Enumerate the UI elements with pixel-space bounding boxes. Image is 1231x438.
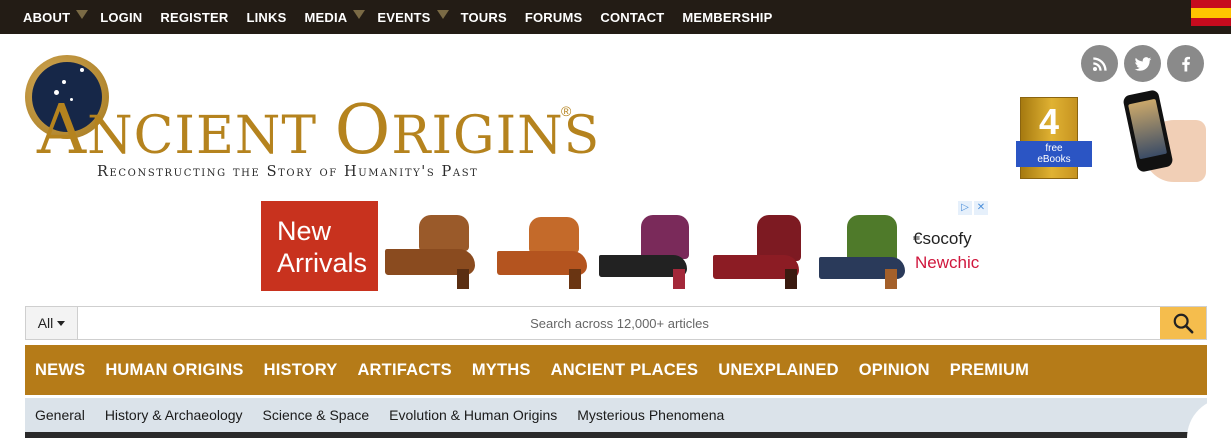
ebooks-count: 4 — [1039, 101, 1060, 142]
top-navigation: ABOUT LOGIN REGISTER LINKS MEDIA EVENTS … — [0, 0, 1231, 34]
dropdown-caret-icon — [76, 9, 89, 19]
search-bar: All — [25, 306, 1207, 340]
smartphone-icon — [1122, 89, 1174, 173]
mainnav-unexplained[interactable]: UNEXPLAINED — [718, 361, 838, 380]
search-input[interactable] — [79, 307, 1160, 339]
mainnav-artifacts[interactable]: ARTIFACTS — [357, 361, 451, 380]
subnav-general[interactable]: General — [35, 407, 85, 423]
dropdown-caret-icon — [353, 9, 366, 19]
topnav-contact[interactable]: CONTACT — [600, 10, 664, 25]
search-icon — [1173, 313, 1194, 334]
mainnav-ancient-places[interactable]: ANCIENT PLACES — [551, 361, 699, 380]
topnav-forums[interactable]: FORUMS — [525, 10, 583, 25]
advertisement-banner[interactable]: New Arrivals ▷ ✕ €socofy Newchic — [261, 201, 990, 291]
shoe-image-4 — [711, 215, 811, 289]
subnav-history-archaeology[interactable]: History & Archaeology — [105, 407, 243, 423]
mainnav-premium[interactable]: PREMIUM — [950, 361, 1029, 380]
mainnav-news[interactable]: NEWS — [35, 361, 85, 380]
topnav-register[interactable]: REGISTER — [160, 10, 228, 25]
subnav-science-space[interactable]: Science & Space — [263, 407, 370, 423]
dropdown-caret-icon — [436, 9, 449, 19]
ad-info-icon[interactable]: ▷ — [958, 201, 972, 215]
sub-navigation: General History & Archaeology Science & … — [25, 398, 1207, 432]
logo-title: ANCIENT ORIGINS — [37, 91, 601, 170]
topnav-label: LINKS — [246, 9, 287, 25]
mainnav-human-origins[interactable]: HUMAN ORIGINS — [105, 361, 243, 380]
shoe-image-1 — [383, 215, 483, 289]
main-navigation: NEWS HUMAN ORIGINS HISTORY ARTIFACTS MYT… — [25, 345, 1207, 395]
mainnav-opinion[interactable]: OPINION — [859, 361, 930, 380]
search-button[interactable] — [1160, 307, 1206, 339]
mainnav-history[interactable]: HISTORY — [264, 361, 338, 380]
logo-tagline: Reconstructing the Story of Humanity's P… — [97, 164, 479, 180]
shoe-image-5 — [817, 215, 917, 289]
topnav-label: TOURS — [460, 9, 507, 25]
topnav-label: LOGIN — [100, 9, 143, 25]
topnav-label: FORUMS — [524, 9, 583, 25]
ad-close-icon[interactable]: ✕ — [974, 201, 988, 215]
topnav-links[interactable]: LINKS — [246, 10, 286, 25]
spain-flag-icon[interactable] — [1191, 0, 1231, 26]
registered-mark: ® — [561, 103, 572, 119]
mainnav-myths[interactable]: MYTHS — [472, 361, 531, 380]
site-logo[interactable]: ANCIENT ORIGINS ® Reconstructing the Sto… — [25, 55, 599, 185]
ad-brand-socofy: €socofy — [913, 229, 972, 248]
ad-choices[interactable]: ▷ ✕ — [958, 201, 988, 215]
topnav-label: CONTACT — [600, 9, 665, 25]
topnav-events[interactable]: EVENTS — [377, 9, 449, 25]
ebooks-ribbon: free eBooks — [1016, 141, 1092, 167]
topnav-label: REGISTER — [160, 9, 229, 25]
ad-brand-newchic: Newchic — [915, 253, 980, 272]
topnav-about[interactable]: ABOUT — [23, 9, 89, 25]
topnav-login[interactable]: LOGIN — [100, 10, 142, 25]
shoe-image-2 — [495, 215, 595, 289]
topnav-label: ABOUT — [23, 9, 71, 25]
rss-icon[interactable] — [1081, 45, 1118, 82]
subnav-evolution-human-origins[interactable]: Evolution & Human Origins — [389, 407, 557, 423]
topnav-media[interactable]: MEDIA — [304, 9, 366, 25]
topnav-membership[interactable]: MEMBERSHIP — [682, 10, 772, 25]
topnav-tours[interactable]: TOURS — [461, 10, 507, 25]
free-ebooks-promo[interactable]: 4 free eBooks — [1014, 95, 1104, 183]
shoe-image-3 — [597, 215, 697, 289]
mobile-app-promo[interactable] — [1120, 89, 1208, 185]
search-scope-select[interactable]: All — [26, 307, 78, 339]
facebook-icon[interactable] — [1167, 45, 1204, 82]
content-divider — [25, 432, 1207, 438]
topnav-label: MEDIA — [304, 9, 348, 25]
search-scope-label: All — [37, 315, 54, 331]
twitter-icon[interactable] — [1124, 45, 1161, 82]
chevron-down-icon — [57, 320, 66, 326]
subnav-mysterious-phenomena[interactable]: Mysterious Phenomena — [577, 407, 724, 423]
ad-headline: New Arrivals — [261, 201, 378, 291]
topnav-label: MEMBERSHIP — [682, 9, 773, 25]
topnav-label: EVENTS — [377, 9, 431, 25]
